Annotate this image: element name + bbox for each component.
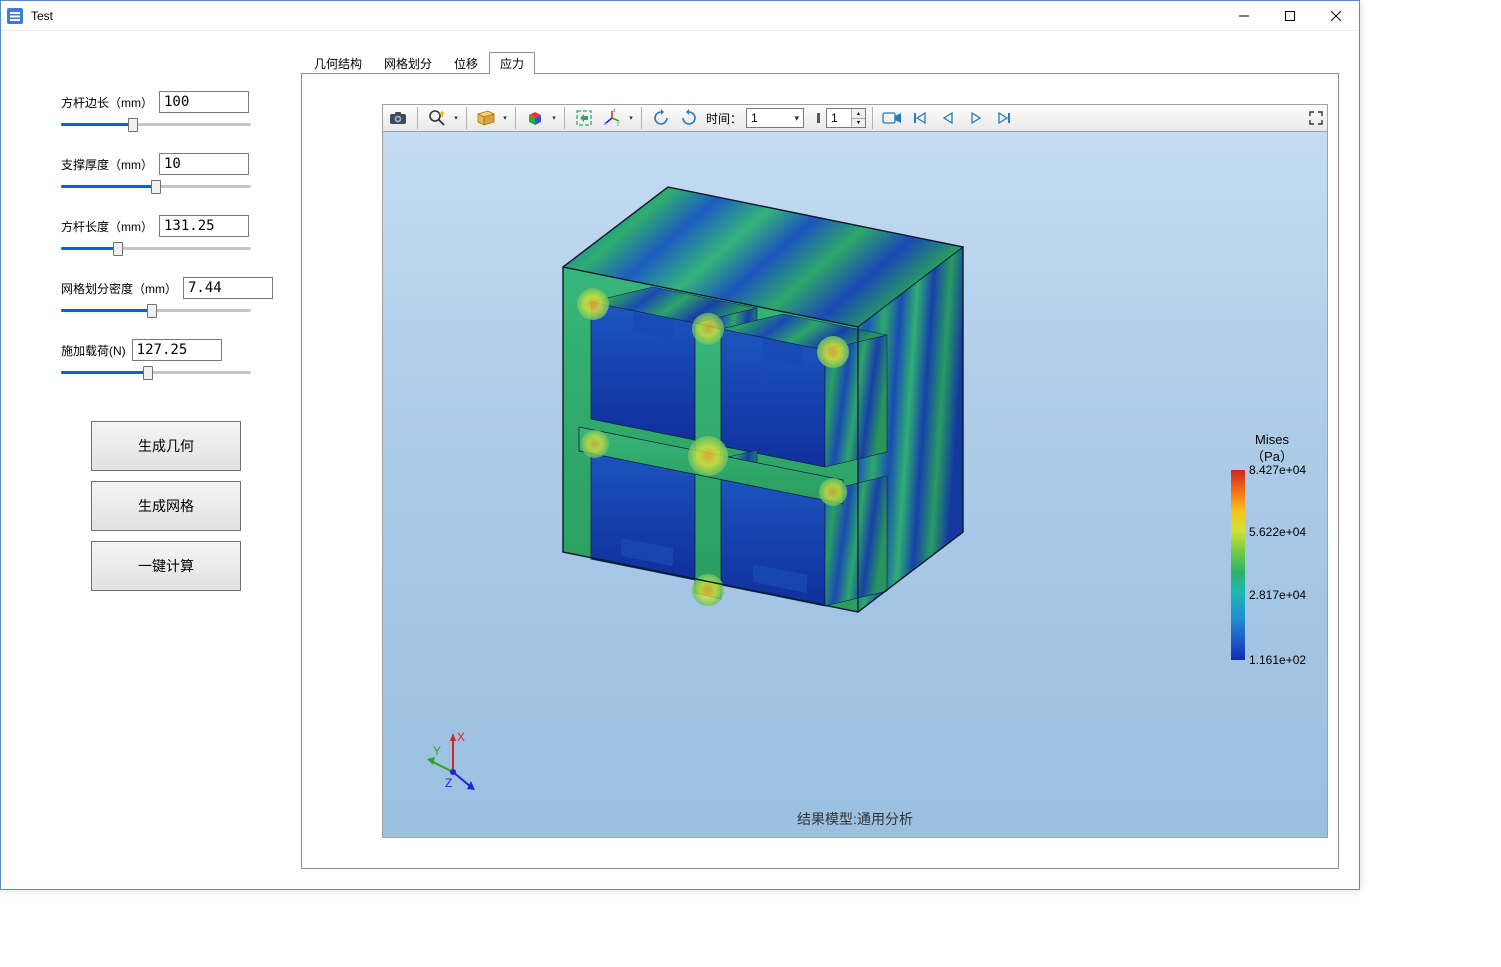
param-input[interactable]: [159, 153, 249, 175]
param-label: 支撑厚度（mm）: [61, 156, 153, 173]
param-row-2: 方杆长度（mm）: [61, 215, 271, 257]
titlebar: Test: [1, 1, 1359, 31]
generate-mesh-button[interactable]: 生成网格: [91, 481, 241, 531]
param-input[interactable]: [159, 91, 249, 113]
clip-plane-icon[interactable]: [473, 106, 499, 130]
time-end-icon[interactable]: [806, 106, 824, 130]
app-icon: [7, 8, 23, 24]
camera-snapshot-icon[interactable]: [385, 106, 411, 130]
tabs: 几何结构网格划分位移应力: [301, 51, 1339, 73]
param-row-1: 支撑厚度（mm）: [61, 153, 271, 195]
rotate-ccw-icon[interactable]: [648, 106, 674, 130]
svg-text:z: z: [613, 109, 616, 114]
viewer-frame: ▾ ▾ ▾: [301, 73, 1339, 869]
clip-dropdown-icon[interactable]: ▾: [501, 114, 509, 122]
color-legend: Mises （Pa） 8.427e+045.622e+042.817e+041.…: [1227, 432, 1317, 660]
param-row-0: 方杆边长（mm）: [61, 91, 271, 133]
parameter-panel: 方杆边长（mm） 支撑厚度（mm） 方杆长度（mm） 网格划分密度（mm）: [21, 51, 281, 869]
param-row-4: 施加载荷(N): [61, 339, 271, 381]
param-row-3: 网格划分密度（mm）: [61, 277, 271, 319]
first-frame-icon[interactable]: [907, 106, 933, 130]
zoom-select-icon[interactable]: [424, 106, 450, 130]
param-slider[interactable]: [61, 177, 251, 195]
time-combo[interactable]: 1: [746, 108, 804, 128]
param-input[interactable]: [159, 215, 249, 237]
tab-0[interactable]: 几何结构: [303, 52, 373, 74]
legend-tick: 5.622e+04: [1249, 525, 1306, 539]
play-icon[interactable]: [963, 106, 989, 130]
next-frame-icon[interactable]: [991, 106, 1017, 130]
legend-tick: 1.161e+02: [1249, 653, 1306, 667]
viewer-toolbar: ▾ ▾ ▾: [382, 104, 1328, 132]
rotate-cw-icon[interactable]: [676, 106, 702, 130]
zoom-dropdown-icon[interactable]: ▾: [452, 114, 460, 122]
axis-dropdown-icon[interactable]: ▾: [627, 114, 635, 122]
param-input[interactable]: [183, 277, 273, 299]
param-label: 方杆长度（mm）: [61, 218, 153, 235]
param-label: 网格划分密度（mm）: [61, 280, 177, 297]
fit-view-icon[interactable]: [571, 106, 597, 130]
generate-geometry-button[interactable]: 生成几何: [91, 421, 241, 471]
one-click-compute-button[interactable]: 一键计算: [91, 541, 241, 591]
axis-orientation-icon[interactable]: zyx: [599, 106, 625, 130]
legend-tick: 2.817e+04: [1249, 588, 1306, 602]
app-window: Test 方杆边长（mm） 支撑厚度（mm）: [0, 0, 1360, 890]
frame-spinner[interactable]: 1 ▴▾: [826, 108, 866, 128]
param-slider[interactable]: [61, 363, 251, 381]
maximize-button[interactable]: [1267, 1, 1313, 31]
param-slider[interactable]: [61, 239, 251, 257]
display-dropdown-icon[interactable]: ▾: [550, 114, 558, 122]
expand-icon[interactable]: [1307, 106, 1325, 130]
close-button[interactable]: [1313, 1, 1359, 31]
fea-model: [503, 152, 1023, 632]
time-label: 时间：: [706, 110, 742, 127]
window-title: Test: [31, 9, 53, 23]
param-label: 方杆边长（mm）: [61, 94, 153, 111]
viewer-panel: 几何结构网格划分位移应力 ▾: [301, 51, 1339, 869]
axis-triad: X Y Z: [423, 727, 493, 797]
tab-2[interactable]: 位移: [443, 52, 489, 74]
legend-bar: 8.427e+045.622e+042.817e+041.161e+02: [1231, 470, 1245, 660]
svg-text:Y: Y: [433, 744, 441, 758]
prev-frame-icon[interactable]: [935, 106, 961, 130]
minimize-button[interactable]: [1221, 1, 1267, 31]
param-slider[interactable]: [61, 115, 251, 133]
svg-text:X: X: [457, 730, 465, 744]
svg-text:y: y: [617, 121, 620, 127]
param-label: 施加载荷(N): [61, 342, 126, 359]
svg-text:Z: Z: [445, 776, 452, 790]
legend-tick: 8.427e+04: [1249, 463, 1306, 477]
result-viewport[interactable]: X Y Z: [382, 132, 1328, 838]
param-input[interactable]: [132, 339, 222, 361]
result-caption: 结果模型:通用分析: [797, 809, 913, 829]
tab-3[interactable]: 应力: [489, 52, 535, 74]
tab-1[interactable]: 网格划分: [373, 52, 443, 74]
param-slider[interactable]: [61, 301, 251, 319]
display-style-icon[interactable]: [522, 106, 548, 130]
legend-title-2: （Pa）: [1251, 449, 1293, 464]
legend-title-1: Mises: [1255, 432, 1289, 447]
record-icon[interactable]: [879, 106, 905, 130]
